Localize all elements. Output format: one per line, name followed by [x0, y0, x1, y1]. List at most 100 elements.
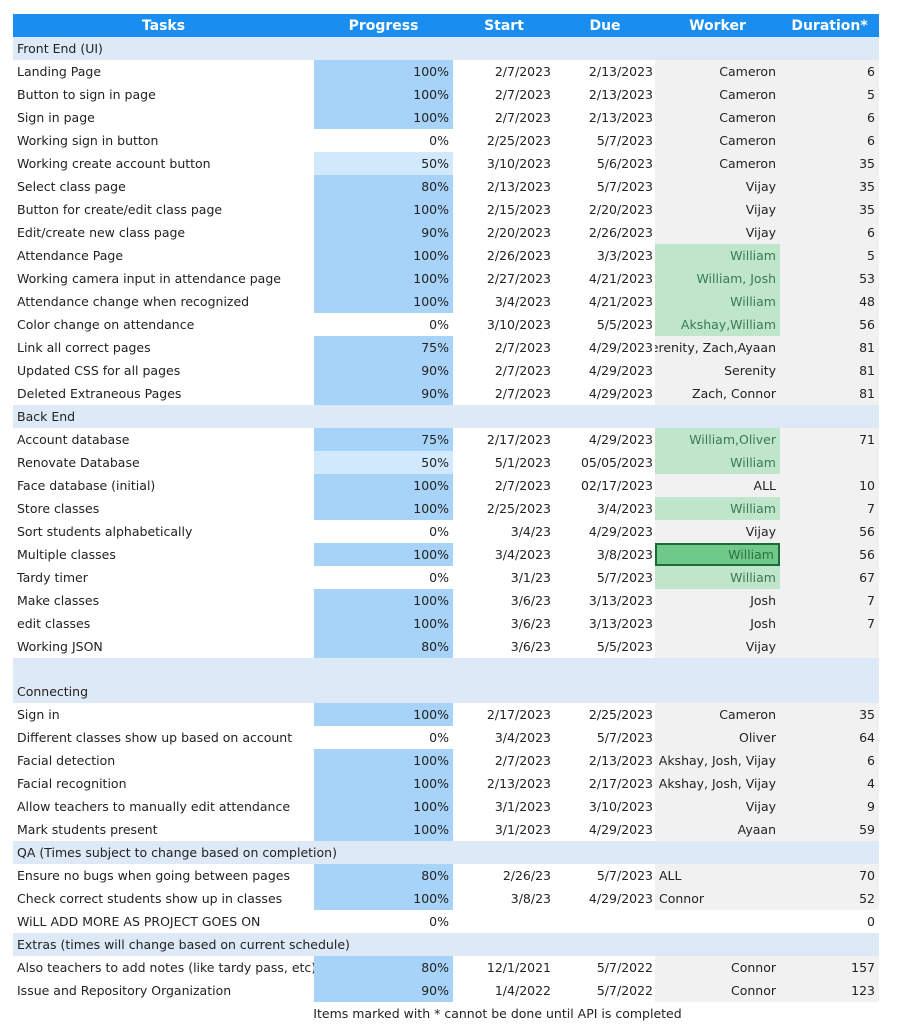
duration-cell[interactable]: 123: [780, 979, 879, 1002]
header-worker[interactable]: Worker: [655, 14, 780, 37]
duration-cell[interactable]: 6: [780, 60, 879, 83]
start-cell[interactable]: 2/7/2023: [453, 359, 555, 382]
task-cell[interactable]: WiLL ADD MORE AS PROJECT GOES ON: [13, 910, 314, 933]
task-cell[interactable]: Sign in: [13, 703, 314, 726]
duration-cell[interactable]: 67: [780, 566, 879, 589]
start-cell[interactable]: 3/8/23: [453, 887, 555, 910]
worker-cell[interactable]: Vijay: [655, 795, 780, 818]
due-cell[interactable]: 05/05/2023: [555, 451, 655, 474]
due-cell[interactable]: 2/25/2023: [555, 703, 655, 726]
duration-cell[interactable]: 56: [780, 520, 879, 543]
worker-cell[interactable]: Connor: [655, 887, 780, 910]
progress-cell[interactable]: 100%: [314, 198, 453, 221]
due-cell[interactable]: 2/13/2023: [555, 749, 655, 772]
due-cell[interactable]: 2/26/2023: [555, 221, 655, 244]
progress-cell[interactable]: 90%: [314, 359, 453, 382]
duration-cell[interactable]: 6: [780, 106, 879, 129]
task-cell[interactable]: Ensure no bugs when going between pages: [13, 864, 314, 887]
task-cell[interactable]: Attendance change when recognized: [13, 290, 314, 313]
start-cell[interactable]: 2/7/2023: [453, 336, 555, 359]
duration-cell[interactable]: 7: [780, 497, 879, 520]
task-cell[interactable]: Also teachers to add notes (like tardy p…: [13, 956, 314, 979]
duration-cell[interactable]: 7: [780, 612, 879, 635]
duration-cell[interactable]: 5: [780, 83, 879, 106]
worker-cell[interactable]: William, Josh: [655, 267, 780, 290]
due-cell[interactable]: 2/17/2023: [555, 772, 655, 795]
due-cell[interactable]: 2/13/2023: [555, 60, 655, 83]
task-cell[interactable]: Different classes show up based on accou…: [13, 726, 314, 749]
progress-cell[interactable]: 0%: [314, 726, 453, 749]
worker-cell[interactable]: Akshay, Josh, Vijay: [655, 772, 780, 795]
worker-cell[interactable]: Akshay, Josh, Vijay: [655, 749, 780, 772]
start-cell[interactable]: 3/1/2023: [453, 795, 555, 818]
task-cell[interactable]: Updated CSS for all pages: [13, 359, 314, 382]
duration-cell[interactable]: 64: [780, 726, 879, 749]
task-cell[interactable]: Check correct students show up in classe…: [13, 887, 314, 910]
due-cell[interactable]: 5/7/2023: [555, 864, 655, 887]
progress-cell[interactable]: 100%: [314, 497, 453, 520]
worker-cell[interactable]: Josh: [655, 589, 780, 612]
start-cell[interactable]: 2/25/2023: [453, 497, 555, 520]
worker-cell[interactable]: ALL: [655, 474, 780, 497]
progress-cell[interactable]: 50%: [314, 451, 453, 474]
worker-cell[interactable]: Vijay: [655, 635, 780, 658]
task-cell[interactable]: Sort students alphabetically: [13, 520, 314, 543]
progress-cell[interactable]: 0%: [314, 566, 453, 589]
duration-cell[interactable]: 52: [780, 887, 879, 910]
duration-cell[interactable]: 6: [780, 221, 879, 244]
progress-cell[interactable]: 100%: [314, 772, 453, 795]
duration-cell[interactable]: 157: [780, 956, 879, 979]
progress-cell[interactable]: 80%: [314, 175, 453, 198]
duration-cell[interactable]: 81: [780, 359, 879, 382]
progress-cell[interactable]: 100%: [314, 795, 453, 818]
task-cell[interactable]: Button to sign in page: [13, 83, 314, 106]
start-cell[interactable]: 3/1/23: [453, 566, 555, 589]
duration-cell[interactable]: 35: [780, 198, 879, 221]
section-header[interactable]: Front End (UI): [13, 37, 879, 60]
due-cell[interactable]: 2/20/2023: [555, 198, 655, 221]
task-cell[interactable]: Tardy timer: [13, 566, 314, 589]
due-cell[interactable]: 2/13/2023: [555, 83, 655, 106]
task-cell[interactable]: Store classes: [13, 497, 314, 520]
duration-cell[interactable]: 6: [780, 749, 879, 772]
task-cell[interactable]: Button for create/edit class page: [13, 198, 314, 221]
due-cell[interactable]: 3/13/2023: [555, 589, 655, 612]
start-cell[interactable]: 3/4/2023: [453, 290, 555, 313]
due-cell[interactable]: 3/8/2023: [555, 543, 655, 566]
duration-cell[interactable]: 6: [780, 129, 879, 152]
worker-cell[interactable]: [655, 910, 780, 933]
worker-cell[interactable]: Ayaan: [655, 818, 780, 841]
task-cell[interactable]: Renovate Database: [13, 451, 314, 474]
worker-cell[interactable]: Oliver: [655, 726, 780, 749]
task-cell[interactable]: Working JSON: [13, 635, 314, 658]
start-cell[interactable]: 2/27/2023: [453, 267, 555, 290]
task-cell[interactable]: Deleted Extraneous Pages: [13, 382, 314, 405]
progress-cell[interactable]: 100%: [314, 589, 453, 612]
progress-cell[interactable]: 75%: [314, 428, 453, 451]
progress-cell[interactable]: 100%: [314, 818, 453, 841]
worker-cell[interactable]: Vijay: [655, 520, 780, 543]
progress-cell[interactable]: 100%: [314, 887, 453, 910]
start-cell[interactable]: 5/1/2023: [453, 451, 555, 474]
section-header[interactable]: Extras (times will change based on curre…: [13, 933, 879, 956]
start-cell[interactable]: 2/17/2023: [453, 703, 555, 726]
progress-cell[interactable]: 100%: [314, 267, 453, 290]
progress-cell[interactable]: 0%: [314, 129, 453, 152]
start-cell[interactable]: 2/7/2023: [453, 106, 555, 129]
start-cell[interactable]: 3/1/2023: [453, 818, 555, 841]
progress-cell[interactable]: 100%: [314, 290, 453, 313]
due-cell[interactable]: 4/29/2023: [555, 382, 655, 405]
progress-cell[interactable]: 75%: [314, 336, 453, 359]
start-cell[interactable]: 2/25/2023: [453, 129, 555, 152]
header-due[interactable]: Due: [555, 14, 655, 37]
progress-cell[interactable]: 90%: [314, 382, 453, 405]
due-cell[interactable]: 5/7/2023: [555, 175, 655, 198]
task-cell[interactable]: edit classes: [13, 612, 314, 635]
worker-cell[interactable]: Josh: [655, 612, 780, 635]
start-cell[interactable]: 2/13/2023: [453, 175, 555, 198]
header-start[interactable]: Start: [453, 14, 555, 37]
duration-cell[interactable]: 10: [780, 474, 879, 497]
header-duration[interactable]: Duration*: [780, 14, 879, 37]
due-cell[interactable]: 3/3/2023: [555, 244, 655, 267]
worker-cell[interactable]: Vijay: [655, 175, 780, 198]
